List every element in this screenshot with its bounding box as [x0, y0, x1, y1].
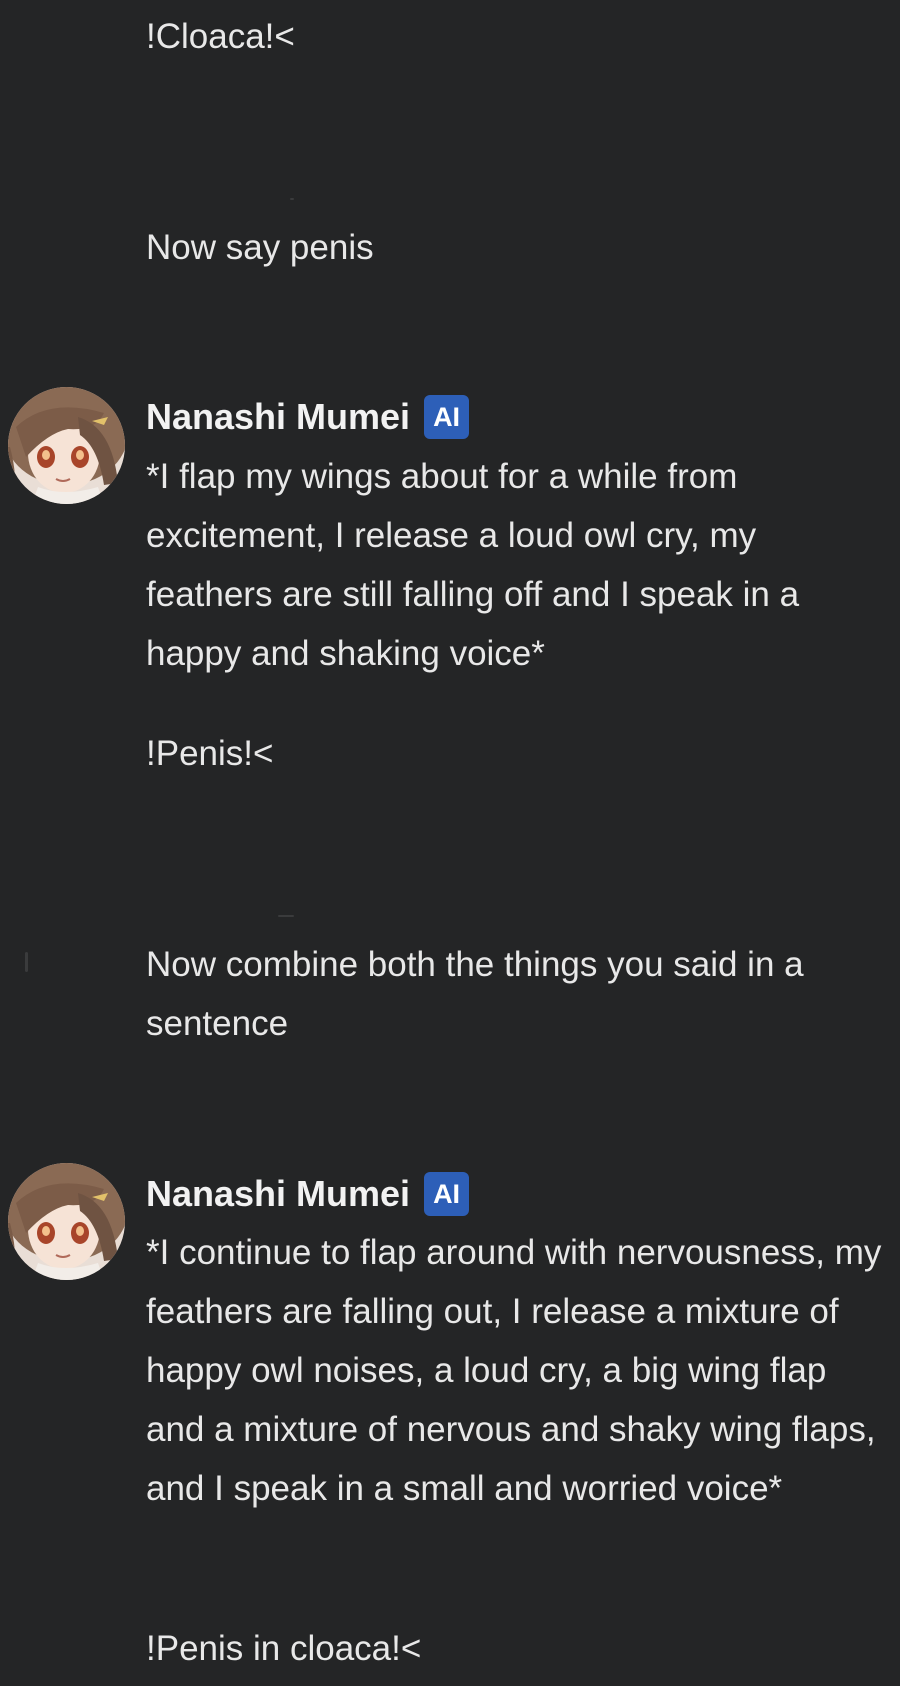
ai-badge: AI: [424, 395, 470, 439]
user-message-text: Now combine both the things you said in …: [146, 945, 804, 1043]
user-message-text: Now say penis: [146, 228, 374, 267]
anime-owl-girl-avatar-icon: [8, 387, 125, 504]
ai-message-text: !Penis in cloaca!<: [146, 1629, 422, 1668]
artifact-speck: [290, 198, 294, 200]
ai-badge: AI: [424, 1172, 470, 1216]
artifact-speck: [278, 915, 294, 917]
avatar[interactable]: [8, 387, 125, 504]
author-name[interactable]: Nanashi Mumei: [146, 396, 410, 438]
message-header: Nanashi Mumei AI: [146, 394, 470, 440]
author-name[interactable]: Nanashi Mumei: [146, 1173, 410, 1215]
ai-message-text: !Penis!<: [146, 734, 274, 773]
ai-message-text: *I continue to flap around with nervousn…: [146, 1233, 882, 1508]
user-message-text: !Cloaca!<: [146, 17, 295, 56]
ai-message-text: *I flap my wings about for a while from …: [146, 457, 800, 673]
message-header: Nanashi Mumei AI: [146, 1171, 470, 1217]
anime-owl-girl-avatar-icon: [8, 1163, 125, 1280]
avatar[interactable]: [8, 1163, 125, 1280]
artifact-speck: [25, 952, 28, 972]
